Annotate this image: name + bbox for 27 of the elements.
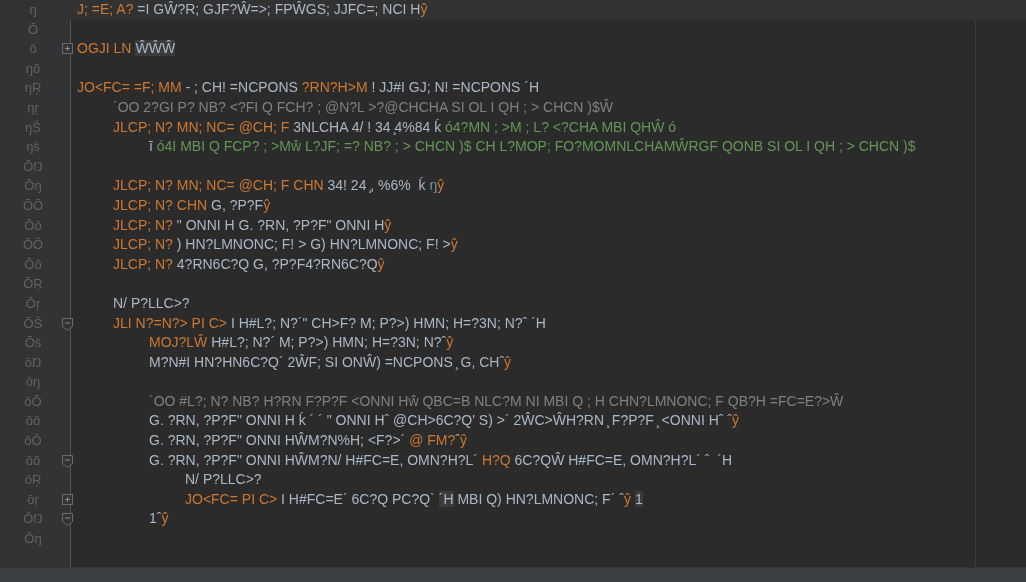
expand-icon[interactable]: [62, 43, 73, 55]
code-line: M?N#I HN?HN6C?Q´ 2ŴF; SI ONŴ) =NCPONS ̧ G, CHˆŷ: [149, 352, 512, 372]
code-line: G. ?RN, ?P?F" ONNI HŴM?N%H; <F?>´ @ FM?ˆŷ: [149, 431, 467, 451]
code-line: OGJI LN ŴŴŴ: [77, 39, 176, 59]
code-line: JO<FC= =F; MM - ; CH! =NCPONS ?RN?H>M ! JJ#I GJ; N! =NCPONS ´H: [77, 78, 540, 98]
code-line: MOJ?LŴ H#L?; N?´ M; P?>) HMN; H=?3N; N?ˆŷ: [149, 333, 454, 353]
code-line: JLI N?=N?> PI C> I H#L?; N?´" CH>F? M; P?>) HMN; H=?3N; N?ˆ ´H: [113, 313, 546, 333]
code-line: JLCP; N? " ONNI H G. ?RN, ?P?F" ONNI Hŷ: [113, 215, 392, 235]
expand-icon[interactable]: [62, 493, 73, 505]
code-line: N/ P?LLC>?: [185, 470, 262, 490]
code-line: JLCP; N? 4?RN6C?Q G, ?P?F4?RN6C?Qŷ: [113, 254, 385, 274]
code-line: 1ˆŷ: [149, 509, 169, 529]
collapse-icon[interactable]: [62, 513, 73, 527]
code-line: N/ P?LLC>?: [113, 293, 190, 313]
code-line: JLCP; N? ) HN?LMNONC; F! > G) HN?LMNONC; F! >ŷ: [113, 235, 458, 255]
collapse-icon[interactable]: [62, 454, 73, 468]
code-line: G. ?RN, ?P?F" ONNI HŴM?N/ H#FC=E, OMN?H?L´ H?Q 6C?QŴ H#FC=E, OMN?H?L´ ˆ ´H: [149, 450, 732, 470]
collapse-icon[interactable]: [62, 317, 73, 331]
code-line: JLCP; N? CHN G, ?P?Fŷ: [113, 195, 271, 215]
code-line: ´OO 2?GI P? NB? <?FI Q FCH? ; @N?L >?@CHCHA SI OL I QH ; > CHCN )$Ŵ: [113, 97, 613, 117]
code-line: JLCP; N? MN; NC= @CH; F CHN 34! 24 ̧, %6% ḱ ŋŷ: [113, 176, 445, 196]
code-line: G. ?RN, ?P?F" ONNI H ḱ ´ ´ " ONNI Hˆ @CH>6C?Q' S) >´ 2ŴC>ŴH?RN ̧ F?P?F ̧ <ONNI Hˆ ˆŷ: [149, 411, 739, 431]
code-line: ´OO #L?; N? NB? H?RN F?P?F <ONNI Hŵ QBC=B NLC?M NI MBI Q ; H CHN?LMNONC; F QB?H =FC=E?>Ŵ: [149, 391, 844, 411]
code-line: J; =E; A? =I GŴ?R; GJF?Ŵ=>; FPŴGS; JJFC=; NCI Hŷ: [77, 0, 428, 19]
code-line: JO<FC= PI C> I H#FC=E´ 6C?Q PC?Q` ´H MBI Q) HN?LMNONC; F´ ˆŷ 1: [185, 489, 643, 509]
code-line: ī ó4I MBI Q FCP? ; >Mŵ L?JF; =? NB? ; > CHCN )$ CH L?MOP; FO?MOMNLCHAMŴRGF QONB SI OL I QH ; > CHCN )$: [149, 137, 916, 157]
code-line: JLCP; N? MN; NC= @CH; F 3NLCHA 4/ ! 34 ̧4%84 ḱ ó4?MN ; >M ; L? <?CHA MBI QHŴ ó: [113, 117, 677, 137]
